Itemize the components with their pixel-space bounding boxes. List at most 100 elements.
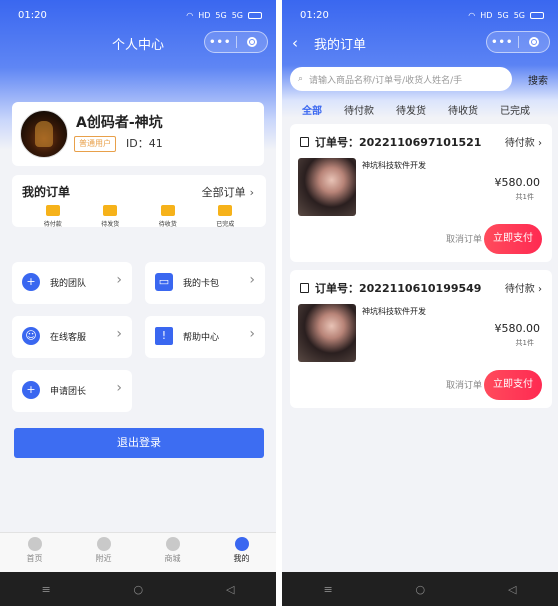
system-navigation-bar: ≡ ○ ◁ [0,572,276,606]
status-bar: 01:20 ◠ HD 5G 5G [300,8,544,22]
navigation-bar: ‹ 我的订单 ••• [282,30,558,56]
signal-icon: 5G [497,10,509,20]
order-tab-label: 待付款 [43,221,62,228]
home-key-icon[interactable]: ○ [416,583,426,596]
home-key-icon[interactable]: ○ [134,583,144,596]
order-number: 订单号：2022110697101521 [300,134,481,150]
orders-screen: 01:20 ◠ HD 5G 5G ‹ 我的订单 ••• ⌕ 请输入商品名称/订单… [282,0,558,606]
order-tab-pending-payment[interactable]: 待付款 [33,205,73,228]
cancel-order-button[interactable]: 取消订单 [446,230,482,250]
signal-icon: 5G [513,10,525,20]
home-icon [27,537,42,551]
tab-label: 我的 [233,554,250,563]
order-status: 待付款 › [505,134,542,149]
close-miniprogram-icon[interactable] [519,37,550,47]
avatar[interactable] [20,110,68,158]
tab-nearby[interactable]: 附近 [69,533,138,572]
order-status-text: 待付款 [504,284,535,295]
order-tab-label: 待发货 [101,221,120,228]
all-orders-link[interactable]: 全部订单 › [202,184,254,200]
miniprogram-capsule[interactable]: ••• [486,31,550,53]
order-card[interactable]: 订单号：2022110697101521 待付款 › 神坑科技软件开发 ¥580… [290,124,552,262]
menu-key-icon[interactable]: ≡ [41,583,50,596]
search-icon: ⌕ [298,74,304,84]
back-key-icon[interactable]: ◁ [508,583,516,596]
plus-circle-icon: + [22,381,40,399]
menu-key-icon[interactable]: ≡ [323,583,332,596]
status-time: 01:20 [18,9,47,21]
service-icon: ☺ [22,327,40,345]
my-orders-title: 我的订单 [22,185,71,199]
order-number-text: 订单号：2022110610199549 [315,282,482,295]
miniprogram-capsule[interactable]: ••• [204,31,268,53]
menu-help-center[interactable]: ! 帮助中心 › [145,316,265,358]
system-navigation-bar: ≡ ○ ◁ [282,572,558,606]
logout-button[interactable]: 退出登录 [14,428,264,458]
order-tab-pending-receipt[interactable]: 待收货 [148,205,188,228]
cancel-order-button[interactable]: 取消订单 [446,376,482,396]
location-icon [96,537,111,551]
pay-now-button[interactable]: 立即支付 [484,370,542,400]
menu-label: 帮助中心 [183,333,220,343]
close-miniprogram-icon[interactable] [237,37,268,47]
menu-apply-leader[interactable]: + 申请团长 › [12,370,132,412]
search-button[interactable]: 搜索 [528,72,548,87]
tab-pending-receipt[interactable]: 待收货 [448,102,478,120]
all-orders-label: 全部订单 [201,186,246,199]
store-icon [165,537,180,551]
order-status: 待付款 › [505,280,542,295]
box-icon [103,205,118,216]
tab-pending-payment[interactable]: 待付款 [344,102,374,120]
menu-label: 我的卡包 [183,279,220,289]
card-icon: ▭ [155,273,173,291]
order-quantity: 共1件 [515,193,534,201]
document-icon [300,283,309,293]
order-tab-completed[interactable]: 已完成 [205,205,245,228]
chevron-right-icon: › [249,272,255,288]
product-name: 神坑科技软件开发 [362,161,426,170]
tab-pending-shipment[interactable]: 待发货 [396,102,426,120]
order-price: ¥580.00 [494,176,541,189]
back-key-icon[interactable]: ◁ [226,583,234,596]
pay-now-button[interactable]: 立即支付 [484,224,542,254]
back-arrow-icon[interactable]: ‹ [292,34,298,52]
order-status-tabs: 待付款 待发货 待收货 已完成 [12,205,266,228]
warning-icon: ! [155,327,173,345]
chevron-right-icon: › [249,186,254,199]
tab-label: 附近 [95,554,112,563]
more-icon[interactable]: ••• [205,37,236,48]
tab-all[interactable]: 全部 [302,102,322,120]
chevron-right-icon: › [249,326,255,342]
search-input[interactable]: ⌕ 请输入商品名称/订单号/收货人姓名/手 [290,67,512,91]
signal-icon: 5G [215,10,227,20]
order-quantity: 共1件 [515,339,534,347]
profile-screen: 01:20 ◠ HD 5G 5G 个人中心 ••• A创码者-神坑 普通用户 I… [0,0,276,606]
bottom-tab-bar: 首页 附近 商城 我的 [0,532,276,572]
order-tab-pending-shipment[interactable]: 待发货 [90,205,130,228]
more-icon[interactable]: ••• [487,37,518,48]
signal-icon: 5G [231,10,243,20]
user-id: ID：41 [126,137,163,150]
chevron-right-icon: › [538,138,542,149]
product-thumbnail[interactable] [298,304,356,362]
tab-label: 首页 [26,554,43,563]
menu-my-cards[interactable]: ▭ 我的卡包 › [145,262,265,304]
chevron-right-icon: › [116,272,122,288]
tab-completed[interactable]: 已完成 [500,102,530,120]
profile-card: A创码者-神坑 普通用户 ID：41 [12,102,264,166]
wallet-icon [45,205,60,216]
product-thumbnail[interactable] [298,158,356,216]
tab-mine[interactable]: 我的 [207,533,276,572]
order-number: 订单号：2022110610199549 [300,280,481,296]
order-card[interactable]: 订单号：2022110610199549 待付款 › 神坑科技软件开发 ¥580… [290,270,552,408]
search-placeholder: 请输入商品名称/订单号/收货人姓名/手 [309,75,463,86]
status-bar: 01:20 ◠ HD 5G 5G [18,8,262,22]
order-tab-label: 待收货 [158,221,177,228]
menu-my-team[interactable]: + 我的团队 › [12,262,132,304]
order-number-text: 订单号：2022110697101521 [315,136,482,149]
tab-home[interactable]: 首页 [0,533,69,572]
order-status-text: 待付款 [504,138,535,149]
menu-online-service[interactable]: ☺ 在线客服 › [12,316,132,358]
user-role-badge: 普通用户 [74,136,116,152]
tab-store[interactable]: 商城 [138,533,207,572]
